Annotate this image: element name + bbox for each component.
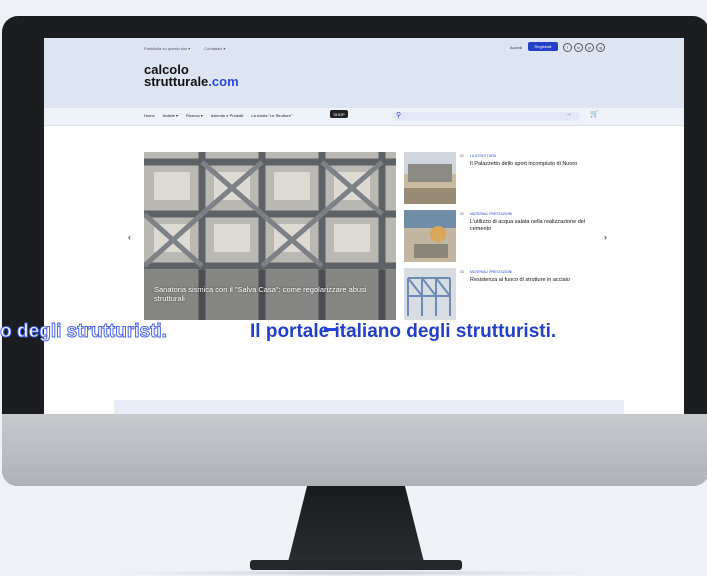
- article-thumbnail: [404, 152, 456, 204]
- facebook-icon[interactable]: f: [563, 43, 572, 52]
- article-thumbnail: [404, 268, 456, 320]
- article-number: 03: [460, 270, 464, 274]
- nav-item-home[interactable]: Home: [144, 113, 155, 118]
- monitor-chin: [2, 414, 707, 486]
- instagram-icon[interactable]: ig: [596, 43, 605, 52]
- content-band: [114, 400, 624, 414]
- linkedin-icon[interactable]: in: [574, 43, 583, 52]
- article-category[interactable]: MATERIALI PRESTAZIONI: [470, 212, 512, 216]
- article-category[interactable]: MATERIALI PRESTAZIONI: [470, 270, 512, 274]
- chevron-right-icon[interactable]: ›: [604, 232, 607, 242]
- utility-link-advertising[interactable]: Pubblicità su questo sito ▾: [144, 46, 190, 51]
- nav-menu: Home Notizie ▾ Ricerca ▾ Aziende e Prodo…: [144, 113, 292, 118]
- article-thumbnail: [404, 210, 456, 262]
- main-navbar: [44, 108, 684, 126]
- article-title[interactable]: Resistenza al fuoco di strutture in acci…: [470, 277, 590, 284]
- website-screen: Pubblicità su questo sito ▾ Contattaci ▾…: [44, 38, 684, 414]
- floor-shadow: [110, 570, 600, 576]
- utility-bar: Pubblicità su questo sito ▾ Contattaci ▾: [144, 46, 225, 51]
- side-article-1[interactable]: 01 LA STRUTTURA Il Palazzetto dello spor…: [404, 152, 594, 204]
- site-logo[interactable]: calcolo strutturale.com: [144, 63, 239, 89]
- article-category[interactable]: LA STRUTTURA: [470, 154, 496, 158]
- search-icon[interactable]: ⚲: [396, 111, 401, 119]
- utility-link-contact[interactable]: Contattaci ▾: [204, 46, 225, 51]
- social-icons: f in yt ig: [563, 43, 605, 52]
- article-title[interactable]: Il Palazzetto dello sport incompiuto di …: [470, 161, 590, 168]
- nav-item-aziende[interactable]: Aziende e Prodotti: [211, 113, 244, 118]
- hero-slide[interactable]: Sanatoria sismica con il "Salva Casa": c…: [144, 152, 396, 320]
- search-submit-icon[interactable]: →: [566, 111, 572, 117]
- youtube-icon[interactable]: yt: [585, 43, 594, 52]
- side-article-3[interactable]: 03 MATERIALI PRESTAZIONI Resistenza al f…: [404, 268, 594, 320]
- monitor: Pubblicità su questo sito ▾ Contattaci ▾…: [2, 16, 707, 486]
- article-number: 02: [460, 212, 464, 216]
- chevron-left-icon[interactable]: ‹: [128, 232, 131, 242]
- hero-caption[interactable]: Sanatoria sismica con il "Salva Casa": c…: [154, 285, 384, 303]
- side-article-2[interactable]: 02 MATERIALI PRESTAZIONI L'utilizzo di a…: [404, 210, 594, 262]
- shop-button[interactable]: SHOP: [330, 110, 348, 118]
- nav-item-rivista[interactable]: La rivista "Le Strutture": [251, 113, 292, 118]
- nav-item-ricerca[interactable]: Ricerca ▾: [186, 113, 203, 118]
- logo-line-2: strutturale.com: [144, 74, 239, 89]
- nav-item-notizie[interactable]: Notizie ▾: [163, 113, 178, 118]
- search-input[interactable]: [392, 112, 580, 121]
- article-number: 01: [460, 154, 464, 158]
- monitor-stand: [288, 486, 424, 562]
- tagline-banner: ano degli strutturisti. Il portale itali…: [0, 320, 640, 344]
- tagline-ghost-text: ano degli strutturisti.: [0, 321, 167, 343]
- login-link[interactable]: Accedi: [510, 45, 522, 50]
- tagline-text: Il portale italiano degli strutturisti.: [250, 321, 557, 342]
- article-title[interactable]: L'utilizzo di acqua salata nella realizz…: [470, 219, 590, 233]
- register-button[interactable]: Registrati: [528, 42, 558, 51]
- monitor-base: [250, 560, 462, 570]
- cart-icon[interactable]: 🛒: [590, 110, 599, 118]
